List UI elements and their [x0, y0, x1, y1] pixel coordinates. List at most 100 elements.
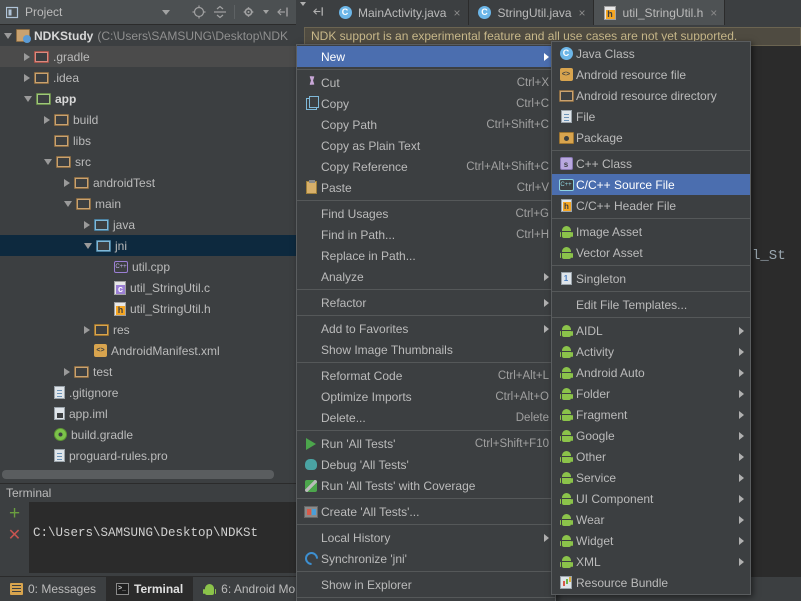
status-tab-terminal[interactable]: Terminal	[106, 576, 194, 601]
tree-node-util-cpp[interactable]: util.cpp	[0, 256, 296, 277]
terminal-close-button[interactable]: ✕	[8, 528, 21, 544]
project-tree[interactable]: NDKStudy (C:\Users\SAMSUNG\Desktop\NDK .gr…	[0, 25, 296, 468]
tree-node-util-stringutil-h[interactable]: util_StringUtil.h	[0, 298, 296, 319]
chevron-right-icon[interactable]	[64, 178, 70, 187]
chevron-right-icon[interactable]	[64, 367, 70, 376]
chevron-down-icon[interactable]	[84, 242, 92, 249]
tree-node-res[interactable]: res	[0, 319, 296, 340]
submenu-item-ui-component[interactable]: UI Component	[552, 488, 750, 509]
submenu-item-c++-class[interactable]: C++ Class	[552, 153, 750, 174]
scrollbar-thumb[interactable]	[2, 470, 274, 479]
menu-item-show-image-thumbnails[interactable]: Show Image Thumbnails	[297, 339, 555, 360]
tree-node-src[interactable]: src	[0, 151, 296, 172]
chevron-down-icon[interactable]	[64, 200, 72, 207]
submenu-item-file[interactable]: File	[552, 106, 750, 127]
terminal-add-button[interactable]: +	[9, 504, 20, 523]
submenu-item-service[interactable]: Service	[552, 467, 750, 488]
status-tab-0-messages[interactable]: 0: Messages	[0, 577, 106, 601]
project-tree-hscrollbar[interactable]	[0, 468, 296, 481]
close-icon[interactable]: ×	[579, 6, 586, 20]
submenu-item-android-resource-file[interactable]: Android resource file	[552, 64, 750, 85]
menu-item-find-in-path[interactable]: Find in Path... Ctrl+H	[297, 224, 555, 245]
chevron-down-icon[interactable]	[4, 32, 12, 39]
target-icon[interactable]	[192, 5, 206, 19]
hide-panel-icon-2[interactable]	[312, 5, 325, 21]
submenu-item-google[interactable]: Google	[552, 425, 750, 446]
menu-item-show-in-explorer[interactable]: Show in Explorer	[297, 574, 555, 595]
submenu-item-android-auto[interactable]: Android Auto	[552, 362, 750, 383]
hide-panel-icon[interactable]	[276, 5, 290, 19]
menu-item-optimize-imports[interactable]: Optimize Imports Ctrl+Alt+O	[297, 386, 555, 407]
chevron-right-icon[interactable]	[24, 52, 30, 61]
terminal-console-text[interactable]: C:\Users\SAMSUNG\Desktop\NDKSt	[29, 502, 296, 573]
editor-tab-2[interactable]: util_StringUtil.h ×	[593, 0, 726, 25]
chevron-down-icon[interactable]	[44, 158, 52, 165]
editor-tab-1[interactable]: C StringUtil.java ×	[468, 0, 594, 25]
submenu-item-package[interactable]: Package	[552, 127, 750, 148]
chevron-right-icon[interactable]	[84, 325, 90, 334]
submenu-item-wear[interactable]: Wear	[552, 509, 750, 530]
tree-node-androidmanifest-xml[interactable]: AndroidManifest.xml	[0, 340, 296, 361]
close-icon[interactable]: ×	[710, 6, 717, 20]
submenu-item-other[interactable]: Other	[552, 446, 750, 467]
submenu-item-singleton[interactable]: Singleton	[552, 268, 750, 289]
editor-tab-0[interactable]: C MainActivity.java ×	[329, 0, 469, 25]
menu-item-copy-reference[interactable]: Copy Reference Ctrl+Alt+Shift+C	[297, 156, 555, 177]
menu-item-delete[interactable]: Delete... Delete	[297, 407, 555, 428]
gear-icon[interactable]	[242, 5, 256, 19]
menu-item-run-all-tests-with-coverage[interactable]: Run 'All Tests' with Coverage	[297, 475, 555, 496]
menu-item-refactor[interactable]: Refactor	[297, 292, 555, 313]
submenu-item-java-class[interactable]: C Java Class	[552, 43, 750, 64]
menu-item-copy[interactable]: Copy Ctrl+C	[297, 93, 555, 114]
submenu-item-android-resource-directory[interactable]: Android resource directory	[552, 85, 750, 106]
collapse-all-icon[interactable]	[213, 5, 227, 19]
submenu-item-image-asset[interactable]: Image Asset	[552, 221, 750, 242]
menu-item-synchronize-jni[interactable]: Synchronize 'jni'	[297, 548, 555, 569]
tree-node-java[interactable]: java	[0, 214, 296, 235]
submenu-item-resource-bundle[interactable]: Resource Bundle	[552, 572, 750, 593]
menu-item-new[interactable]: New	[297, 46, 555, 67]
chevron-down-icon-3[interactable]	[300, 1, 306, 20]
submenu-item-widget[interactable]: Widget	[552, 530, 750, 551]
menu-item-debug-all-tests[interactable]: Debug 'All Tests'	[297, 454, 555, 475]
tree-node-ndkstudy[interactable]: NDKStudy (C:\Users\SAMSUNG\Desktop\NDK	[0, 25, 296, 46]
tree-node-app-iml[interactable]: app.iml	[0, 403, 296, 424]
menu-item-analyze[interactable]: Analyze	[297, 266, 555, 287]
context-menu[interactable]: New Cut Ctrl+X Copy Ctrl+C Copy Path Ctrl+Shif…	[296, 44, 556, 601]
tree-node-jni[interactable]: jni	[0, 235, 296, 256]
menu-item-replace-in-path[interactable]: Replace in Path...	[297, 245, 555, 266]
menu-item-reformat-code[interactable]: Reformat Code Ctrl+Alt+L	[297, 365, 555, 386]
menu-item-copy-path[interactable]: Copy Path Ctrl+Shift+C	[297, 114, 555, 135]
submenu-item-activity[interactable]: Activity	[552, 341, 750, 362]
chevron-down-icon[interactable]	[162, 9, 170, 15]
menu-item-find-usages[interactable]: Find Usages Ctrl+G	[297, 203, 555, 224]
submenu-item-c-c++-header-file[interactable]: C/C++ Header File	[552, 195, 750, 216]
tree-node--idea[interactable]: .idea	[0, 67, 296, 88]
submenu-item-xml[interactable]: XML	[552, 551, 750, 572]
tree-node-test[interactable]: test	[0, 361, 296, 382]
menu-item-create-all-tests[interactable]: Create 'All Tests'...	[297, 501, 555, 522]
close-icon[interactable]: ×	[453, 6, 460, 20]
chevron-right-icon[interactable]	[84, 220, 90, 229]
submenu-item-folder[interactable]: Folder	[552, 383, 750, 404]
submenu-item-c-c++-source-file[interactable]: C/C++ Source File	[552, 174, 750, 195]
tree-node--gradle[interactable]: .gradle	[0, 46, 296, 67]
menu-item-add-to-favorites[interactable]: Add to Favorites	[297, 318, 555, 339]
chevron-down-icon-2[interactable]	[263, 10, 269, 14]
tree-node-app[interactable]: app	[0, 88, 296, 109]
tree-node--gitignore[interactable]: .gitignore	[0, 382, 296, 403]
submenu-item-fragment[interactable]: Fragment	[552, 404, 750, 425]
menu-item-run-all-tests[interactable]: Run 'All Tests' Ctrl+Shift+F10	[297, 433, 555, 454]
chevron-right-icon[interactable]	[24, 73, 30, 82]
tree-node-libs[interactable]: libs	[0, 130, 296, 151]
tree-node-util-stringutil-c[interactable]: util_StringUtil.c	[0, 277, 296, 298]
submenu-item-edit-file-templates[interactable]: Edit File Templates...	[552, 294, 750, 315]
submenu-item-vector-asset[interactable]: Vector Asset	[552, 242, 750, 263]
tree-node-androidtest[interactable]: androidTest	[0, 172, 296, 193]
chevron-right-icon[interactable]	[44, 115, 50, 124]
tree-node-proguard-rules-pro[interactable]: proguard-rules.pro	[0, 445, 296, 466]
menu-item-cut[interactable]: Cut Ctrl+X	[297, 72, 555, 93]
new-submenu[interactable]: CJava Class Android resource file Android …	[551, 41, 751, 595]
submenu-item-aidl[interactable]: AIDL	[552, 320, 750, 341]
chevron-down-icon[interactable]	[24, 95, 32, 102]
